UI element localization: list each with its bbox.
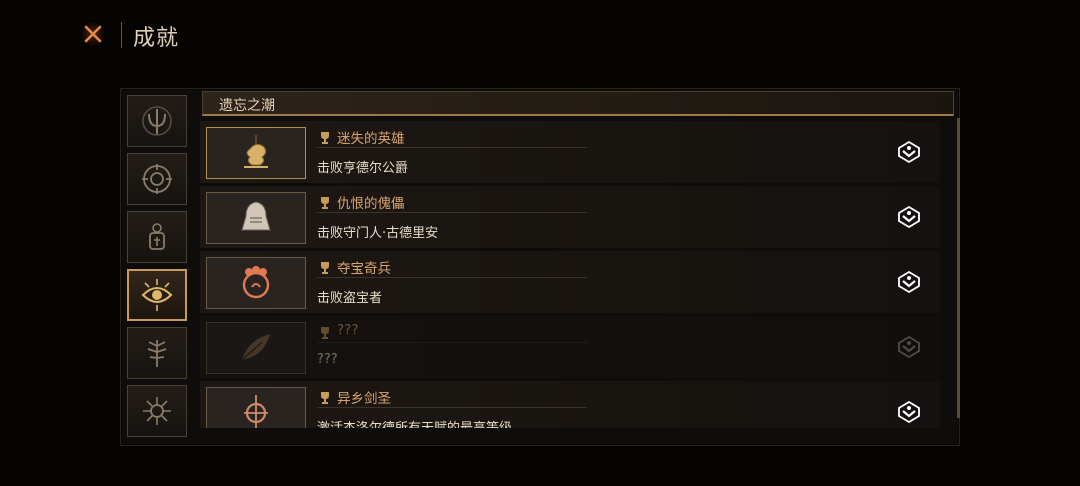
trophy-icon [321,132,329,144]
header-divider [121,22,122,48]
hidden-leaf-icon [241,334,270,361]
title-divider [317,407,587,408]
achievement-title: 异乡剑圣 [337,391,391,407]
achievement-row[interactable]: ??? ??? [200,316,940,378]
title-divider [317,342,587,343]
lion-heraldry-icon [244,135,268,168]
title-divider [317,147,587,148]
achievement-description: 击败盗宝者 [317,291,383,306]
achievement-title: ??? [337,322,359,338]
achievement-list[interactable]: 迷失的英雄 击败亨德尔公爵 仇恨的傀儡 击败守门人·古德里安 夺宝奇兵 击败盗宝… [200,118,960,428]
list-scrollbar[interactable] [957,118,960,418]
treasure-thief-icon [242,266,270,299]
achievement-title: 仇恨的傀儡 [337,196,405,212]
tree-emblem-icon [147,340,167,367]
achievement-row[interactable]: 异乡剑圣 激活杰洛尔德所有天赋的最高等级 [200,381,940,428]
sidebar-tab-5[interactable] [127,327,187,379]
achievement-description: 击败守门人·古德里安 [317,226,439,241]
achievement-title: 迷失的英雄 [337,131,405,147]
achievement-title: 夺宝奇兵 [337,261,391,277]
achievement-thumbnail [206,322,306,374]
close-button[interactable] [80,21,106,47]
completed-status-icon [898,401,920,423]
hooded-golem-icon [241,201,271,231]
category-title: 遗忘之潮 [219,98,275,114]
achievement-thumbnail [206,387,306,428]
completed-status-icon [898,271,920,293]
achievement-description: ??? [317,352,338,367]
sidebar-tab-2[interactable] [127,153,187,205]
close-icon [84,25,102,43]
achievement-row[interactable]: 迷失的英雄 击败亨德尔公爵 [200,121,940,183]
title-divider [317,212,587,213]
achievement-description: 击败亨德尔公爵 [317,161,409,176]
eye-emblem-icon [141,279,173,311]
page-title: 成就 [133,26,180,51]
achievement-description: 激活杰洛尔德所有天赋的最高等级 [317,417,512,428]
sun-compass-emblem-icon [142,164,172,194]
completed-status-icon [898,206,920,228]
achievement-thumbnail [206,257,306,309]
completed-status-icon [898,141,920,163]
trident-emblem-icon [142,106,172,136]
achievement-row[interactable]: 夺宝奇兵 击败盗宝者 [200,251,940,313]
trophy-icon [321,392,329,404]
title-divider [317,277,587,278]
sword-saint-icon [244,395,268,428]
achievement-row[interactable]: 仇恨的傀儡 击败守门人·古德里安 [200,186,940,248]
scrollbar-thumb[interactable] [957,118,960,418]
thorn-emblem-icon [143,397,171,425]
category-header: 遗忘之潮 [202,91,954,116]
achievement-thumbnail [206,127,306,179]
achievement-thumbnail [206,192,306,244]
trophy-icon [321,262,329,274]
trophy-icon [321,197,329,209]
sidebar-tab-4[interactable] [127,269,187,321]
sidebar-tab-3[interactable] [127,211,187,263]
locked-status-icon [898,336,920,358]
sidebar-tab-6[interactable] [127,385,187,437]
lantern-emblem-icon [149,223,165,250]
trophy-icon [321,327,329,339]
sidebar-tab-1[interactable] [127,95,187,147]
